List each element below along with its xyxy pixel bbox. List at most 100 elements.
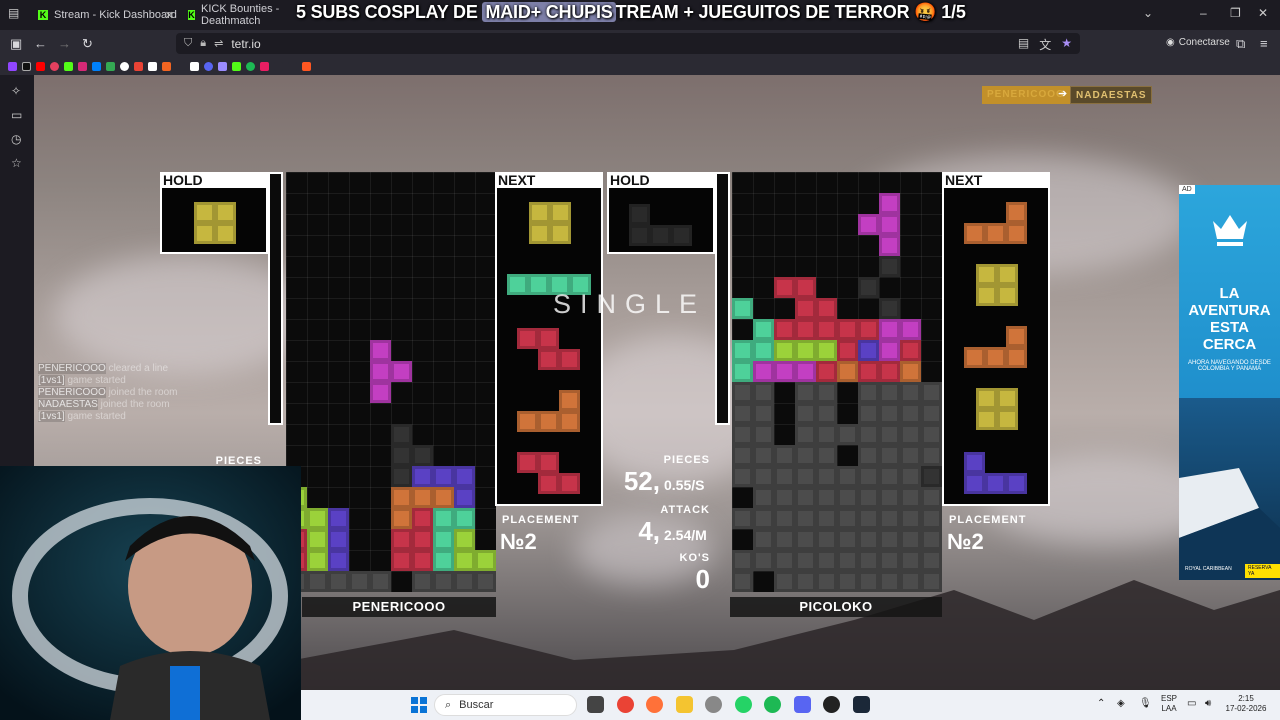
sidebar-toggle-icon[interactable]: ▣ <box>10 36 22 52</box>
tab-kick-dashboard[interactable]: K Stream - Kick Dashboard ✕ <box>30 4 178 26</box>
menu-icon[interactable]: ≡ <box>1260 36 1268 51</box>
board-cell <box>433 529 454 550</box>
permissions-icon[interactable]: ⇌ <box>214 37 223 50</box>
board-cell <box>328 571 349 592</box>
whatsapp-icon[interactable] <box>735 696 752 713</box>
reader-view-icon[interactable]: ▤ <box>1018 36 1029 53</box>
minimize-icon[interactable]: – <box>1200 6 1207 20</box>
history-icon[interactable]: ◷ <box>11 132 21 146</box>
restore-icon[interactable]: ❐ <box>1230 6 1241 20</box>
bookmark-icon[interactable] <box>50 61 59 71</box>
stream-title-highlight: MAID+ CHUPIS <box>482 2 616 22</box>
hold-box-left <box>160 188 268 254</box>
youtube-bookmark-icon[interactable] <box>36 61 45 71</box>
synced-tabs-icon[interactable]: ▭ <box>11 108 22 122</box>
windows-start-icon[interactable] <box>411 697 427 713</box>
close-window-icon[interactable]: ✕ <box>1258 6 1268 20</box>
board-cell <box>816 550 837 571</box>
taskbar-search[interactable]: ⌕ Buscar <box>434 694 577 716</box>
board-cell <box>858 445 879 466</box>
board-cell <box>412 571 433 592</box>
board-cell <box>858 214 879 235</box>
ai-sparkle-icon[interactable]: ✧ <box>11 84 21 98</box>
back-icon[interactable]: ← <box>34 36 47 51</box>
navigation-bar: ▣ ← → ↻ ⛉ 🔒︎ ⇌ tetr.io ▤ 文 ★ ◉ Conectars… <box>0 30 1280 57</box>
tray-chevron-icon[interactable]: ⌃ <box>1097 699 1105 709</box>
steam-icon[interactable] <box>853 696 870 713</box>
spotify-bookmark-icon[interactable] <box>246 61 255 71</box>
board-cell <box>774 466 795 487</box>
bookmark-icon[interactable] <box>218 61 227 71</box>
translate-icon[interactable]: 文 <box>1039 36 1051 53</box>
chrome-icon[interactable] <box>617 696 634 713</box>
bookmark-icon[interactable] <box>190 61 199 71</box>
meta-bookmark-icon[interactable] <box>92 61 101 71</box>
gmail-bookmark-icon[interactable] <box>134 61 143 71</box>
chat-text: game started <box>64 411 126 422</box>
forward-icon[interactable]: → <box>58 36 71 51</box>
bookmark-icon[interactable] <box>260 61 269 71</box>
discord-bookmark-icon[interactable] <box>204 61 213 71</box>
queue-piece-cell <box>517 452 538 473</box>
firefox-icon[interactable] <box>646 696 663 713</box>
board-cell <box>391 508 412 529</box>
clock[interactable]: 2:15 17-02-2026 <box>1223 694 1269 714</box>
board-cell <box>858 571 879 592</box>
url-text[interactable]: tetr.io <box>231 37 260 51</box>
board-cell <box>795 277 816 298</box>
account-button[interactable]: ◉ Conectarse <box>1166 37 1230 48</box>
instagram-bookmark-icon[interactable] <box>78 61 87 71</box>
bookmark-icon[interactable] <box>162 61 171 71</box>
board-cell <box>921 508 942 529</box>
shield-icon[interactable]: ⛉ <box>184 37 192 50</box>
board-cell <box>900 361 921 382</box>
ad-tag: AD <box>1179 185 1195 194</box>
ad-ship-image: ROYAL CARIBBEAN RESERVA YA <box>1179 398 1280 580</box>
bookmark-star-icon[interactable]: ★ <box>1061 36 1072 53</box>
clock-date: 17-02-2026 <box>1225 704 1267 713</box>
obs-icon[interactable] <box>823 696 840 713</box>
board-cell <box>921 571 942 592</box>
twitch-bookmark-icon[interactable] <box>8 61 17 71</box>
settings-gear-icon[interactable] <box>705 696 722 713</box>
tab-kick-bounties[interactable]: K KICK Bounties - Deathmatch <box>180 4 300 26</box>
close-tab-icon[interactable]: ✕ <box>165 9 174 22</box>
spotify-icon[interactable] <box>764 696 781 713</box>
task-view-icon[interactable] <box>587 696 604 713</box>
language-indicator[interactable]: ESP LAA <box>1161 694 1177 714</box>
queue-piece-cell <box>529 202 550 223</box>
board-cell <box>816 508 837 529</box>
player-chip[interactable]: NADAESTAS <box>1070 86 1153 104</box>
tab-list-icon[interactable]: ▤ <box>8 6 19 20</box>
advertisement[interactable]: LA AVENTURA ESTA CERCA AHORA NAVEGANDO D… <box>1179 185 1280 580</box>
queue-piece-cell <box>194 223 215 244</box>
volume-icon[interactable]: 🔊︎ <box>1205 699 1211 709</box>
ad-cta-button[interactable]: RESERVA YA <box>1245 564 1280 578</box>
reload-icon[interactable]: ↻ <box>82 36 93 52</box>
microphone-icon[interactable]: 🎙︎ <box>1139 699 1152 709</box>
board-cell <box>837 550 858 571</box>
queue-piece-cell <box>964 473 985 494</box>
network-icon[interactable]: ▭ <box>1187 699 1196 709</box>
file-explorer-icon[interactable] <box>676 696 693 713</box>
board-cell <box>307 571 328 592</box>
bookmark-icon[interactable] <box>120 61 129 71</box>
lock-icon[interactable]: 🔒︎ <box>200 37 206 50</box>
player-chip[interactable]: PENERICOOO <box>982 86 1070 104</box>
kick-bookmark-icon[interactable] <box>232 61 241 71</box>
tab-overflow-chevron-icon[interactable]: ⌄ <box>1143 6 1153 20</box>
tiktok-bookmark-icon[interactable] <box>22 61 31 71</box>
url-bar[interactable]: ⛉ 🔒︎ ⇌ tetr.io ▤ 文 ★ <box>176 33 1080 54</box>
chat-log: PENERICOOO cleared a line [1vs1] game st… <box>38 363 178 423</box>
tray-app-icon[interactable]: ◈ <box>1117 699 1125 709</box>
drive-bookmark-icon[interactable] <box>106 61 115 71</box>
board-cell <box>753 445 774 466</box>
extensions-icon[interactable]: ⧉ <box>1236 36 1245 52</box>
chat-text: game started <box>64 375 126 386</box>
bookmark-icon[interactable] <box>148 61 157 71</box>
bookmark-icon[interactable] <box>302 61 311 71</box>
board-cell <box>753 550 774 571</box>
kick-bookmark-icon[interactable] <box>64 61 73 71</box>
bookmarks-star-icon[interactable]: ☆ <box>11 156 22 170</box>
discord-icon[interactable] <box>794 696 811 713</box>
